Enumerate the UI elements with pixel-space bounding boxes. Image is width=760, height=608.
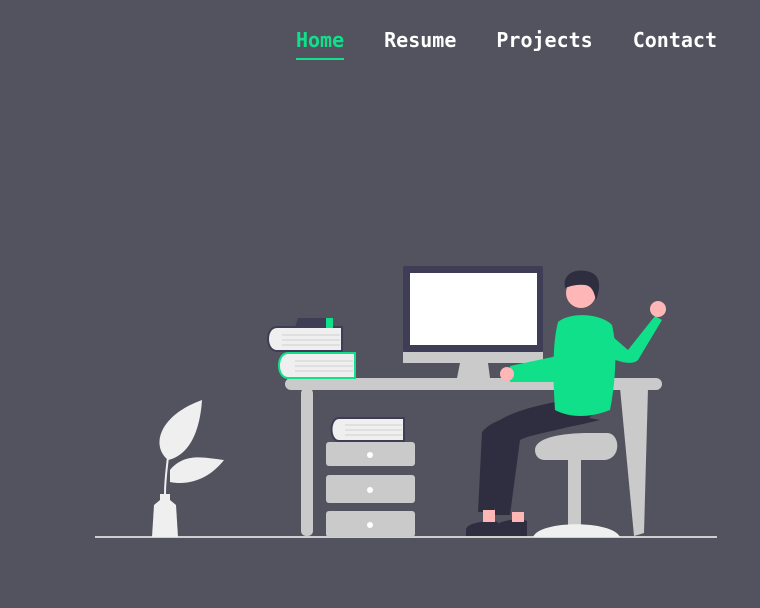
monitor-icon [403, 266, 543, 378]
plant-icon [152, 400, 224, 537]
desk-leg-right [620, 388, 648, 536]
book-stack-icon [267, 318, 356, 379]
hero-illustration [95, 266, 717, 538]
desk-leg-left [301, 388, 313, 536]
chair-icon [533, 433, 620, 537]
portfolio-page: Home Resume Projects Contact [0, 0, 760, 608]
drawer-cabinet [326, 442, 415, 537]
book-icon [330, 417, 405, 442]
